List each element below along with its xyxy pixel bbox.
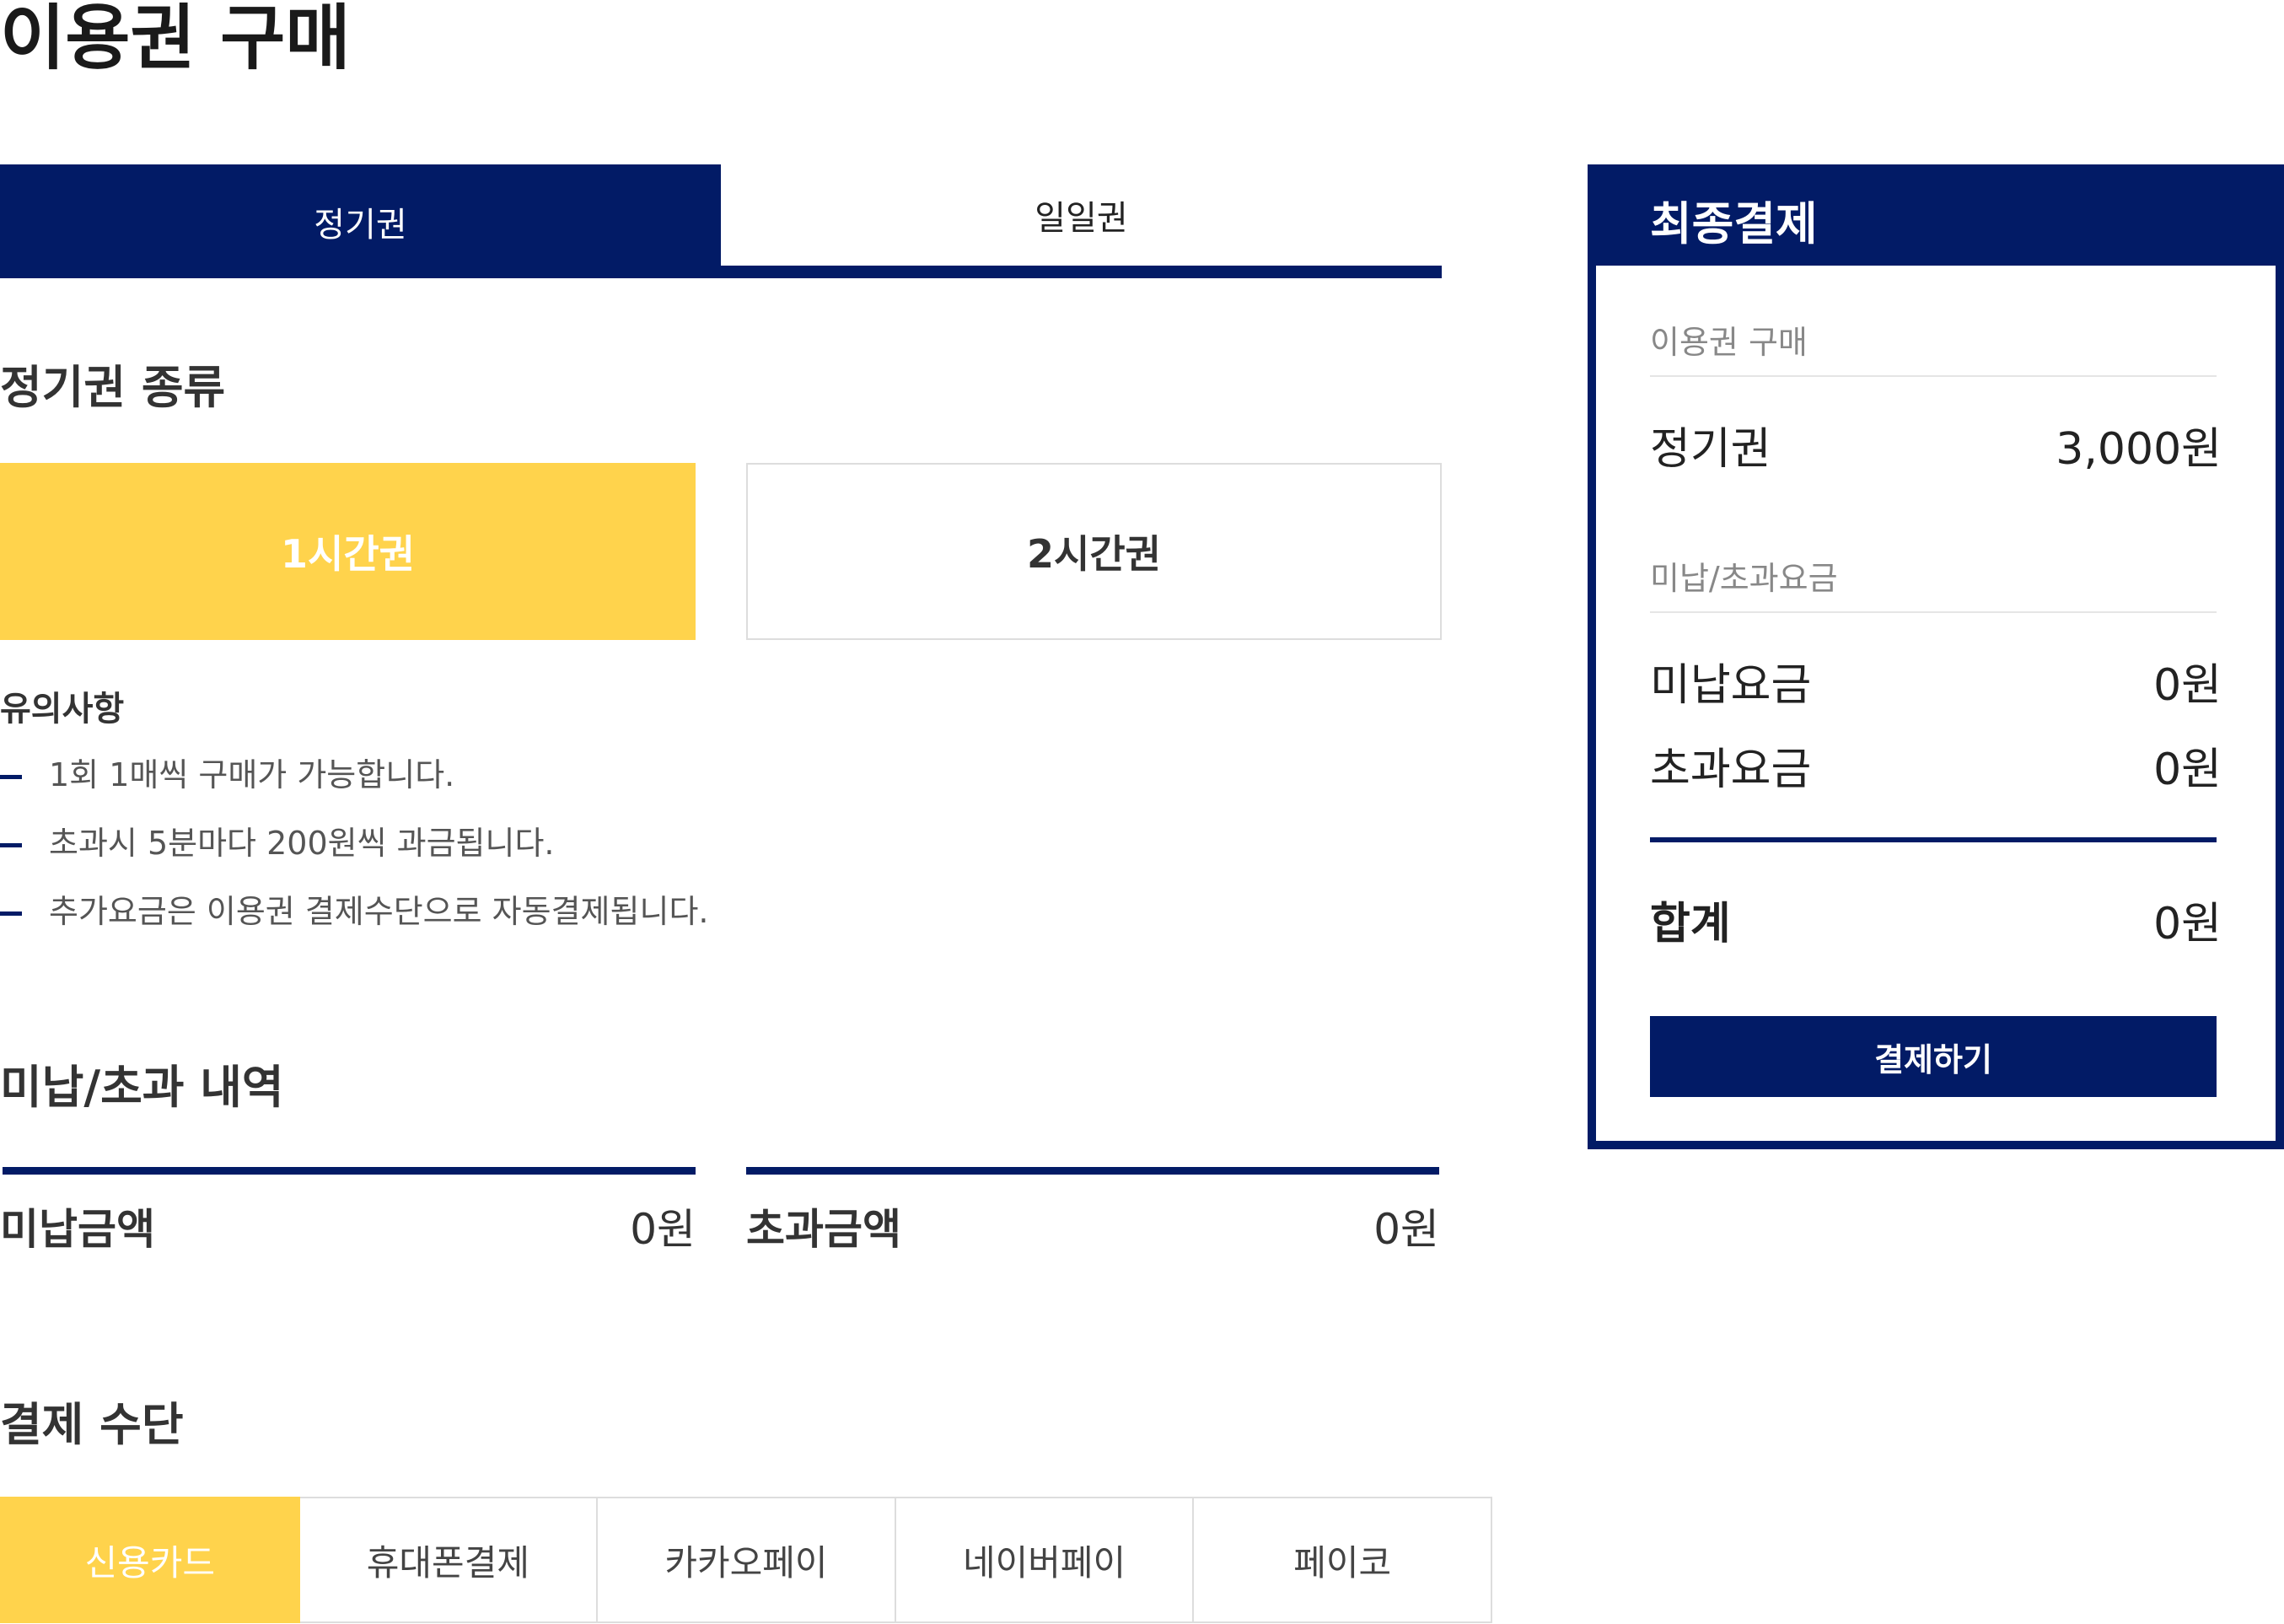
fees-separator [1650, 611, 2217, 613]
excess-fee-label: 초과요금 [1650, 745, 1812, 795]
final-payment-panel: 최종결제 이용권 구매 정기권 3,000원 미납/초과요금 미납요금 0원 초… [1588, 164, 2284, 1149]
unpaid-amount-label: 미납금액 [0, 1205, 155, 1254]
note-item: 1회 1매씩 구매가 가능합니다. [0, 754, 454, 796]
payment-credit-card[interactable]: 신용카드 [0, 1497, 300, 1623]
pay-button[interactable]: 결제하기 [1650, 1016, 2217, 1097]
unpaid-amount-value: 0원 [630, 1205, 696, 1254]
payment-mobile[interactable]: 휴대폰결제 [299, 1497, 599, 1623]
excess-divider [746, 1167, 1439, 1175]
note-item: 추가요금은 이용권 결제수단으로 자동결제됩니다. [0, 890, 708, 933]
pass-label: 정기권 [1650, 424, 1771, 475]
pass-option-2hour[interactable]: 2시간권 [746, 463, 1442, 640]
tab-daily-pass[interactable]: 일일권 [721, 164, 1442, 266]
note-text: 추가요금은 이용권 결제수단으로 자동결제됩니다. [49, 893, 709, 930]
total-value: 0원 [2153, 899, 2222, 949]
pass-price: 3,000원 [2056, 424, 2222, 475]
total-label: 합계 [1650, 899, 1731, 949]
note-text: 초과시 5분마다 200원씩 과금됩니다. [49, 825, 555, 862]
payment-payco[interactable]: 페이코 [1194, 1497, 1492, 1623]
payment-kakaopay[interactable]: 카카오페이 [598, 1497, 896, 1623]
pass-type-title: 정기권 종류 [0, 361, 226, 414]
excess-amount-label: 초과금액 [746, 1205, 901, 1254]
excess-fee-value: 0원 [2153, 745, 2222, 795]
notes-title: 유의사항 [0, 690, 125, 729]
fees-heading: 미납/초과요금 [1650, 560, 1838, 597]
dash-bullet-icon [0, 775, 22, 779]
purchase-heading: 이용권 구매 [1650, 324, 1808, 361]
page-title: 이용권 구매 [0, 0, 351, 79]
dash-bullet-icon [0, 843, 22, 847]
purchase-separator [1650, 375, 2217, 377]
payment-method-title: 결제 수단 [0, 1398, 184, 1451]
unpaid-divider [3, 1167, 696, 1175]
payment-naverpay[interactable]: 네이버페이 [895, 1497, 1195, 1623]
total-separator [1650, 837, 2217, 842]
balance-section-title: 미납/초과 내역 [0, 1061, 284, 1114]
excess-amount-value: 0원 [1373, 1205, 1439, 1254]
payment-method-list: 신용카드 휴대폰결제 카카오페이 네이버페이 페이코 [0, 1497, 1492, 1623]
unpaid-fee-label: 미납요금 [1650, 660, 1812, 711]
tab-regular-pass[interactable]: 정기권 [0, 164, 721, 278]
dash-bullet-icon [0, 911, 22, 916]
unpaid-fee-value: 0원 [2153, 660, 2222, 711]
pass-type-tabs: 정기권 일일권 [0, 164, 1442, 278]
note-item: 초과시 5분마다 200원씩 과금됩니다. [0, 822, 555, 864]
tabs-underline [0, 266, 1442, 278]
pass-option-1hour[interactable]: 1시간권 [0, 463, 696, 640]
final-payment-title: 최종결제 [1596, 173, 2276, 266]
note-text: 1회 1매씩 구매가 가능합니다. [49, 756, 455, 793]
